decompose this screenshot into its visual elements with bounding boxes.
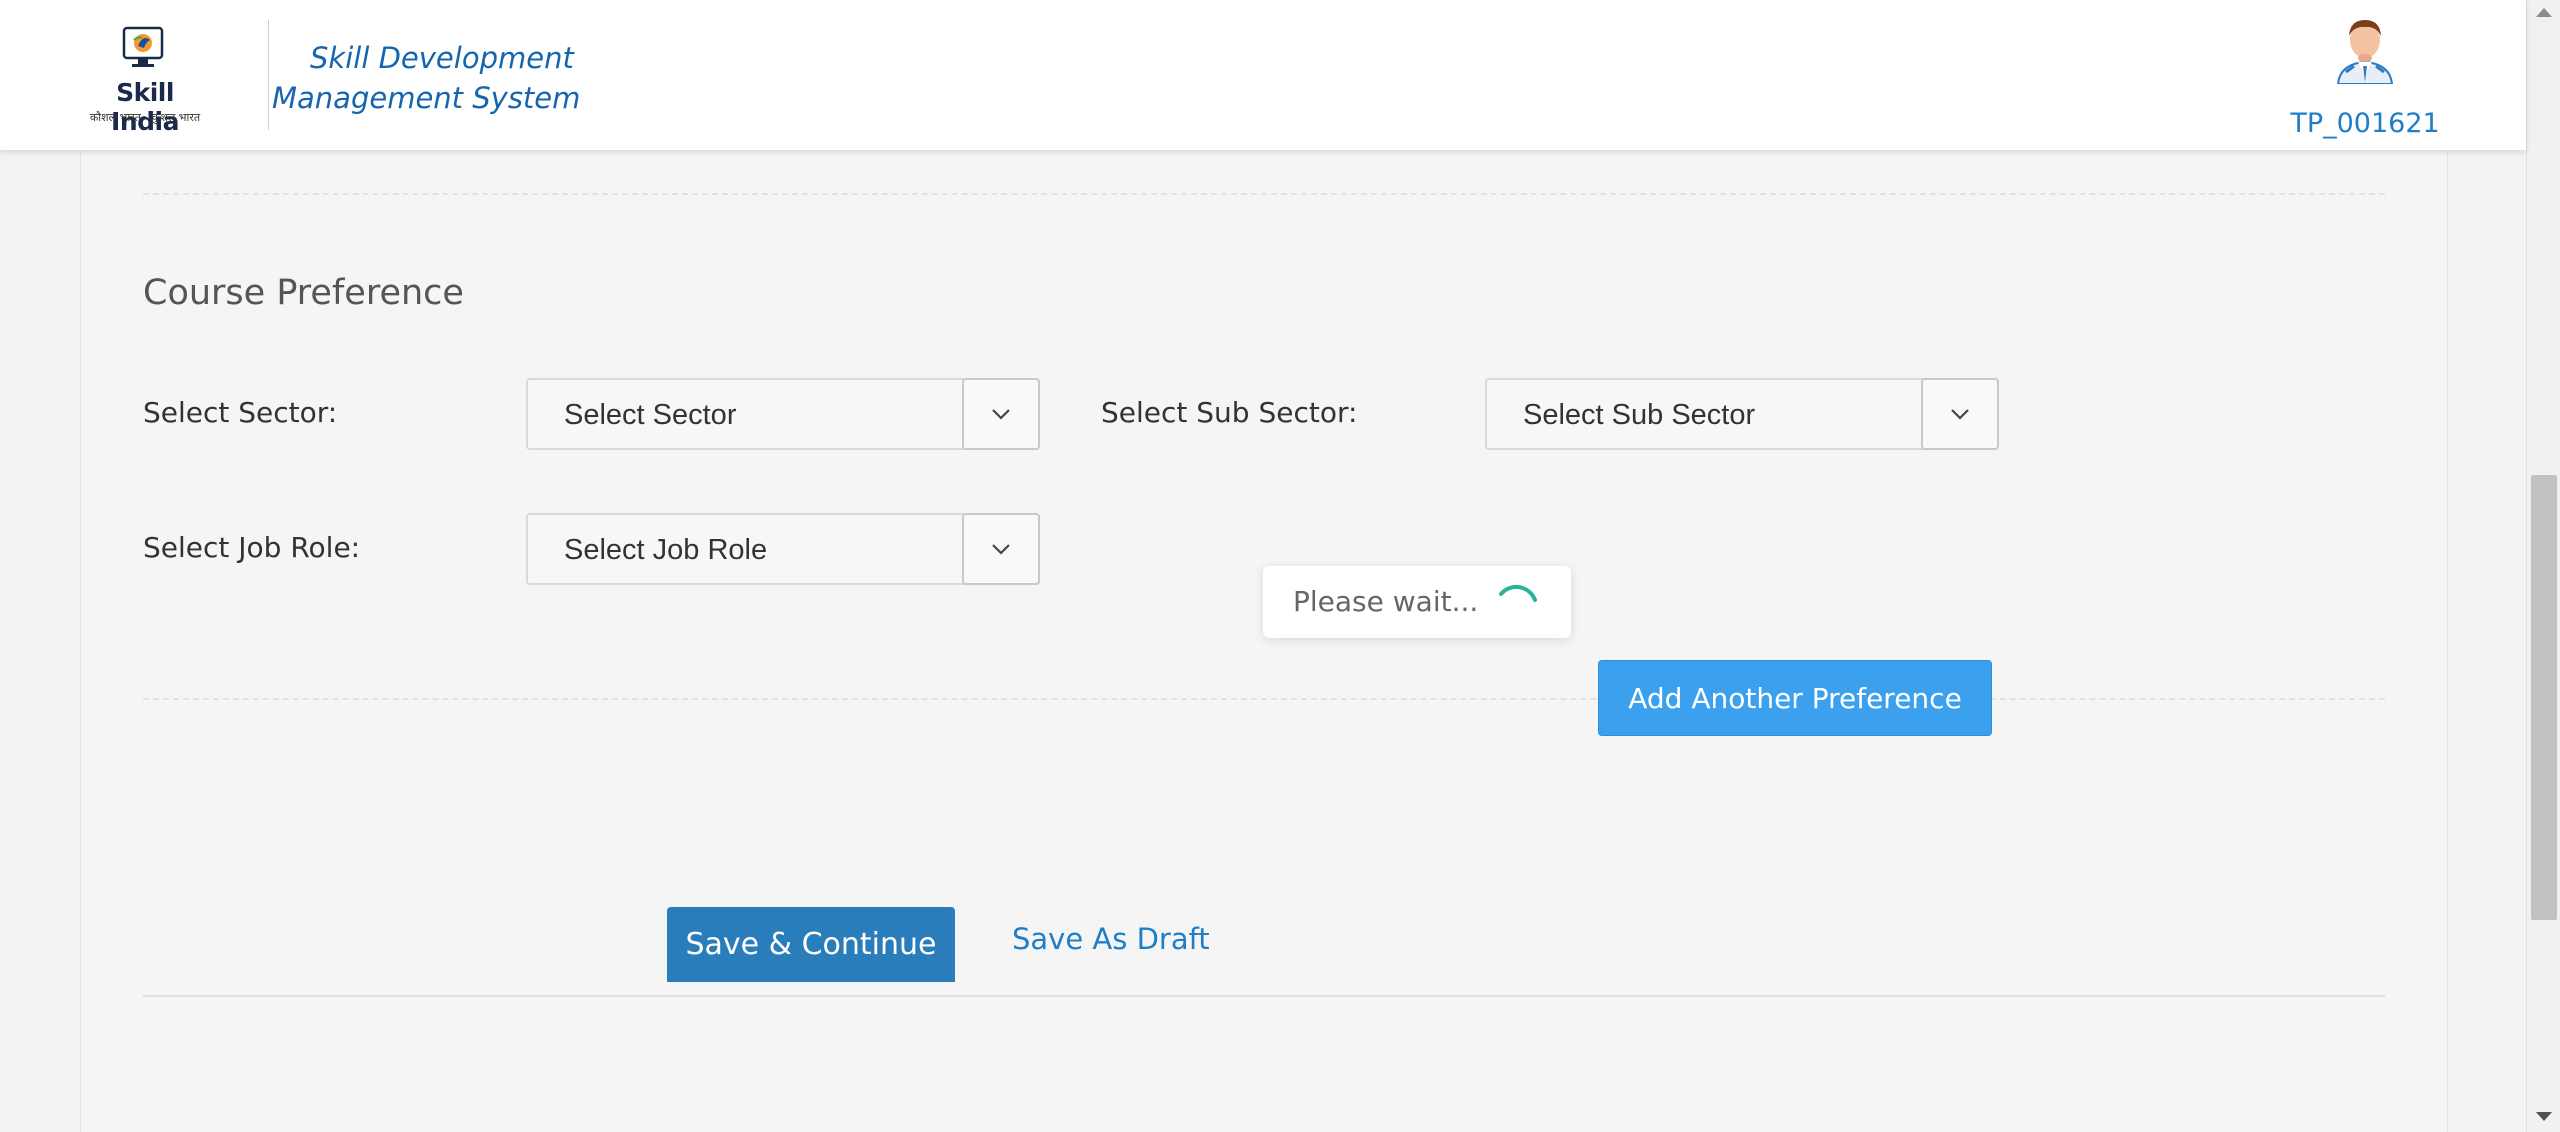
user-avatar-icon[interactable] (2332, 14, 2398, 84)
chevron-down-icon (1951, 409, 1969, 420)
job-role-select[interactable]: Select Job Role (526, 513, 1040, 585)
section-title: Course Preference (143, 273, 464, 313)
sub-sector-select-value: Select Sub Sector (1523, 399, 1756, 431)
save-and-continue-button[interactable]: Save & Continue (667, 907, 955, 982)
save-as-draft-link[interactable]: Save As Draft (1012, 922, 1210, 956)
section-divider-middle (143, 698, 2385, 700)
sector-select[interactable]: Select Sector (526, 378, 1040, 450)
scroll-down-arrow-icon[interactable] (2536, 1112, 2552, 1121)
skill-india-logo-mark-icon (122, 26, 164, 67)
loading-indicator: Please wait... (1263, 566, 1571, 638)
logo-text: Skill India (111, 78, 179, 136)
job-role-dropdown-button[interactable] (962, 513, 1040, 585)
loading-text: Please wait... (1293, 585, 1479, 618)
header-divider (268, 20, 269, 130)
app-title: Skill Development Management System (272, 41, 581, 115)
sub-sector-select[interactable]: Select Sub Sector (1485, 378, 1999, 450)
scroll-thumb[interactable] (2531, 475, 2557, 920)
sector-select-value: Select Sector (564, 399, 737, 431)
job-role-label: Select Job Role: (143, 531, 361, 564)
footer-divider (143, 995, 2385, 997)
chevron-down-icon (992, 409, 1010, 420)
add-another-preference-button[interactable]: Add Another Preference (1598, 660, 1992, 736)
job-role-select-value: Select Job Role (564, 534, 768, 566)
logo-tagline: कौशल भारत - कुशल भारत (89, 111, 201, 124)
page-scrollbar[interactable] (2526, 0, 2560, 1132)
sub-sector-dropdown-button[interactable] (1921, 378, 1999, 450)
skill-india-logo[interactable]: Skill India कौशल भारत - कुशल भारत (80, 26, 210, 136)
sector-dropdown-button[interactable] (962, 378, 1040, 450)
user-id-link[interactable]: TP_001621 (2290, 108, 2440, 139)
scroll-up-arrow-icon[interactable] (2536, 8, 2552, 17)
sub-sector-label: Select Sub Sector: (1101, 396, 1358, 429)
chevron-down-icon (992, 544, 1010, 555)
sector-label: Select Sector: (143, 396, 338, 429)
top-header: Skill India कौशल भारत - कुशल भारत Skill … (0, 0, 2526, 150)
main-panel: Course Preference Select Sector: Select … (80, 150, 2448, 1132)
section-divider-top (143, 193, 2385, 195)
spinner-icon (1499, 584, 1537, 602)
